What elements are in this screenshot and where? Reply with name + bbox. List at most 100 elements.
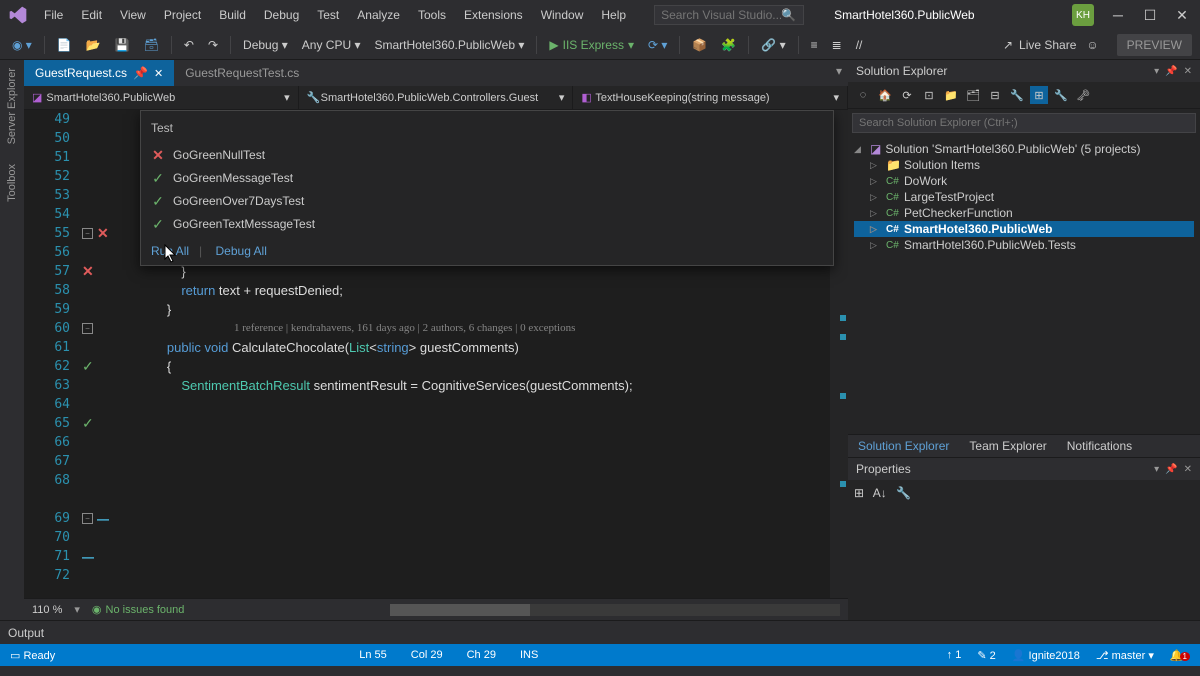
extension-icon-2[interactable]: 🧩 — [717, 36, 740, 54]
platform-select[interactable]: Any CPU ▾ — [298, 36, 365, 54]
menu-project[interactable]: Project — [156, 4, 209, 26]
code-editor[interactable]: 4950515253545556575859606162636465666768… — [24, 110, 848, 598]
tree-label: SmartHotel360.PublicWeb — [904, 222, 1053, 236]
menu-tools[interactable]: Tools — [410, 4, 454, 26]
home-icon[interactable]: 🏠 — [876, 86, 894, 104]
tree-item[interactable]: ▷C#SmartHotel360.PublicWeb.Tests — [854, 237, 1194, 253]
nav-project-select[interactable]: ◪SmartHotel360.PublicWeb▾ — [24, 86, 299, 109]
showall-icon[interactable]: 📁 — [942, 86, 960, 104]
status-edits[interactable]: ✎ 2 — [977, 649, 995, 662]
wrench2-icon[interactable]: 🗝 — [1074, 86, 1092, 104]
quick-launch[interactable]: 🔍 — [654, 5, 804, 25]
test-row[interactable]: ✓GoGreenOver7DaysTest — [151, 190, 823, 213]
refresh-icon[interactable]: 🗂 — [964, 86, 982, 104]
back-icon[interactable]: ◌ — [854, 86, 872, 104]
solution-search-input[interactable] — [852, 113, 1196, 133]
tab-solution-explorer[interactable]: Solution Explorer — [848, 435, 959, 457]
undo-button[interactable]: ↶ — [180, 36, 198, 54]
properties-icon[interactable]: 🔧 — [1008, 86, 1026, 104]
toolbox-tab[interactable]: Toolbox — [6, 164, 18, 202]
nav-class-select[interactable]: 🔧SmartHotel360.PublicWeb.Controllers.Gue… — [299, 86, 574, 109]
open-file-button[interactable]: 📂 — [82, 36, 105, 54]
tab-guestrequest[interactable]: GuestRequest.cs 📌 ✕ — [24, 60, 174, 86]
menu-view[interactable]: View — [112, 4, 154, 26]
browser-link-icon[interactable]: 🔗 ▾ — [757, 36, 789, 54]
properties-body[interactable]: ⊞ A↓ 🔧 — [848, 480, 1200, 620]
scope-icon[interactable]: ⊡ — [920, 86, 938, 104]
format-icon-2[interactable]: ≣ — [828, 36, 846, 54]
status-push[interactable]: ↑ 1 — [947, 649, 962, 661]
alpha-icon[interactable]: A↓ — [873, 486, 887, 500]
panel-close-icon[interactable]: ✕ — [1184, 464, 1192, 475]
nav-method-select[interactable]: ◧TextHouseKeeping(string message)▾ — [573, 86, 848, 109]
menu-analyze[interactable]: Analyze — [349, 4, 408, 26]
menu-help[interactable]: Help — [593, 4, 634, 26]
tree-item[interactable]: ▷📁Solution Items — [854, 157, 1194, 173]
menu-debug[interactable]: Debug — [256, 4, 307, 26]
comment-icon[interactable]: // — [852, 36, 867, 54]
tab-overflow-icon[interactable]: ▾ — [830, 60, 848, 86]
test-row[interactable]: ✓GoGreenMessageTest — [151, 167, 823, 190]
maximize-icon[interactable]: ☐ — [1140, 7, 1160, 24]
panel-pin-icon[interactable]: 📌 — [1165, 66, 1177, 77]
quick-launch-input[interactable] — [661, 8, 781, 22]
save-button[interactable]: 💾 — [111, 36, 134, 54]
tree-item[interactable]: ▷C#DoWork — [854, 173, 1194, 189]
horizontal-scrollbar[interactable] — [390, 604, 840, 616]
notification-bell-icon[interactable]: 🔔1 — [1170, 649, 1190, 662]
tree-root[interactable]: ◢◪Solution 'SmartHotel360.PublicWeb' (5 … — [854, 141, 1194, 157]
feedback-icon[interactable]: ☺ — [1082, 36, 1102, 54]
panel-dropdown-icon[interactable]: ▾ — [1154, 464, 1159, 475]
save-all-button[interactable]: 🗃 — [140, 36, 163, 54]
new-item-button[interactable]: 📄 — [53, 36, 76, 54]
close-icon[interactable]: ✕ — [1172, 7, 1192, 24]
pin-icon[interactable]: 📌 — [133, 66, 148, 80]
tree-item[interactable]: ▷C#PetCheckerFunction — [854, 205, 1194, 221]
debug-all-link[interactable]: Debug All — [216, 244, 267, 258]
liveshare-button[interactable]: Live Share — [1019, 38, 1076, 52]
run-all-link[interactable]: Run All — [151, 244, 189, 258]
tree-item[interactable]: ▷C#LargeTestProject — [854, 189, 1194, 205]
wrench-icon[interactable]: 🔧 — [1052, 86, 1070, 104]
refresh-button[interactable]: ⟳ ▾ — [644, 36, 671, 54]
zoom-select[interactable]: 110 % — [32, 604, 62, 616]
config-select[interactable]: Debug ▾ — [239, 36, 292, 54]
props-wrench-icon[interactable]: 🔧 — [896, 486, 911, 500]
output-panel-header[interactable]: Output — [0, 620, 1200, 644]
minimize-icon[interactable]: ─ — [1108, 7, 1128, 24]
extension-icon[interactable]: 📦 — [688, 36, 711, 54]
liveshare-icon[interactable]: ↗ — [1003, 38, 1013, 52]
panel-pin-icon[interactable]: 📌 — [1165, 464, 1177, 475]
test-row[interactable]: ✕GoGreenNullTest — [151, 144, 823, 167]
server-explorer-tab[interactable]: Server Explorer — [6, 68, 18, 144]
solution-tree[interactable]: ◢◪Solution 'SmartHotel360.PublicWeb' (5 … — [848, 137, 1200, 257]
panel-dropdown-icon[interactable]: ▾ — [1154, 66, 1159, 77]
categorize-icon[interactable]: ⊞ — [854, 486, 864, 500]
user-avatar[interactable]: KH — [1072, 4, 1094, 26]
menu-extensions[interactable]: Extensions — [456, 4, 531, 26]
menu-window[interactable]: Window — [533, 4, 592, 26]
collapse-icon[interactable]: ⊟ — [986, 86, 1004, 104]
menu-edit[interactable]: Edit — [73, 4, 110, 26]
format-icon[interactable]: ≡ — [807, 36, 822, 54]
status-branch[interactable]: ⎇ master ▾ — [1096, 649, 1154, 662]
search-icon[interactable]: 🔍 — [781, 8, 796, 22]
tab-team-explorer[interactable]: Team Explorer — [959, 435, 1056, 457]
tab-notifications[interactable]: Notifications — [1057, 435, 1142, 457]
test-row[interactable]: ✓GoGreenTextMessageTest — [151, 213, 823, 236]
status-user[interactable]: 👤 Ignite2018 — [1012, 649, 1080, 662]
sync-icon[interactable]: ⟳ — [898, 86, 916, 104]
preview-icon[interactable]: ⊞ — [1030, 86, 1048, 104]
menu-file[interactable]: File — [36, 4, 71, 26]
startup-select[interactable]: SmartHotel360.PublicWeb ▾ — [371, 36, 529, 54]
redo-button[interactable]: ↷ — [204, 36, 222, 54]
tree-item-selected[interactable]: ▷C#SmartHotel360.PublicWeb — [854, 221, 1194, 237]
menu-test[interactable]: Test — [309, 4, 347, 26]
tab-guestrequesttest[interactable]: GuestRequestTest.cs — [174, 60, 310, 86]
pass-icon: ✓ — [151, 192, 165, 211]
nav-back-button[interactable]: ◉ ▾ — [8, 36, 36, 54]
panel-close-icon[interactable]: ✕ — [1184, 66, 1192, 77]
run-button[interactable]: ▶ IIS Express ▾ — [545, 36, 638, 54]
close-tab-icon[interactable]: ✕ — [154, 67, 163, 80]
menu-build[interactable]: Build — [211, 4, 254, 26]
